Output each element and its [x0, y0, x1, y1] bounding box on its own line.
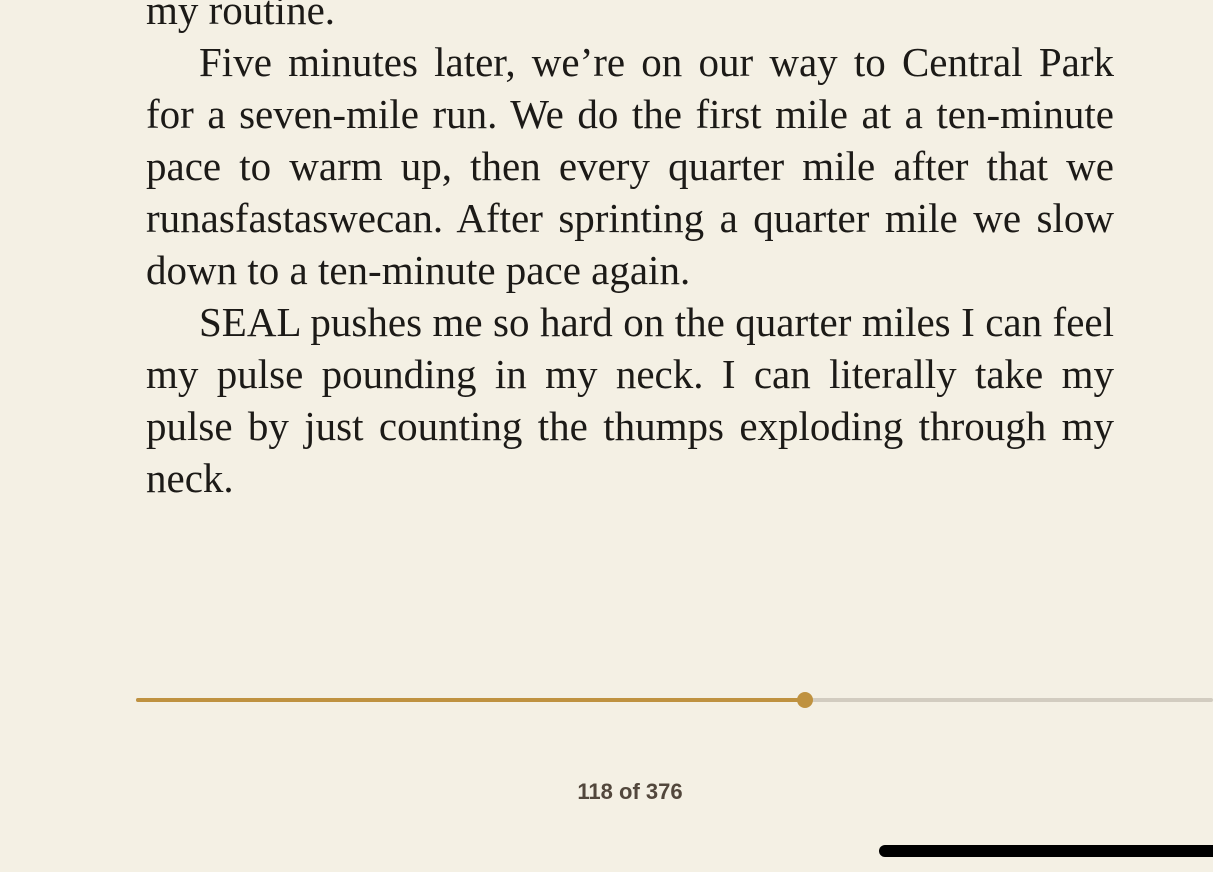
paragraph-continuation: my routine. — [146, 0, 336, 33]
reading-progress-slider[interactable] — [136, 692, 1213, 708]
paragraph: SEAL pushes me so hard on the quarter mi… — [146, 299, 1114, 501]
reader-page[interactable]: my routine. Five minutes later, we’re on… — [0, 0, 1213, 872]
page-indicator: 118 of 376 — [577, 779, 683, 804]
book-text: my routine. Five minutes later, we’re on… — [146, 0, 1114, 504]
home-indicator-bar[interactable] — [879, 845, 1213, 857]
paragraph: Five minutes later, we’re on our way to … — [146, 39, 1114, 293]
reading-progress-knob[interactable] — [796, 692, 813, 708]
reading-progress-fill — [136, 698, 805, 702]
